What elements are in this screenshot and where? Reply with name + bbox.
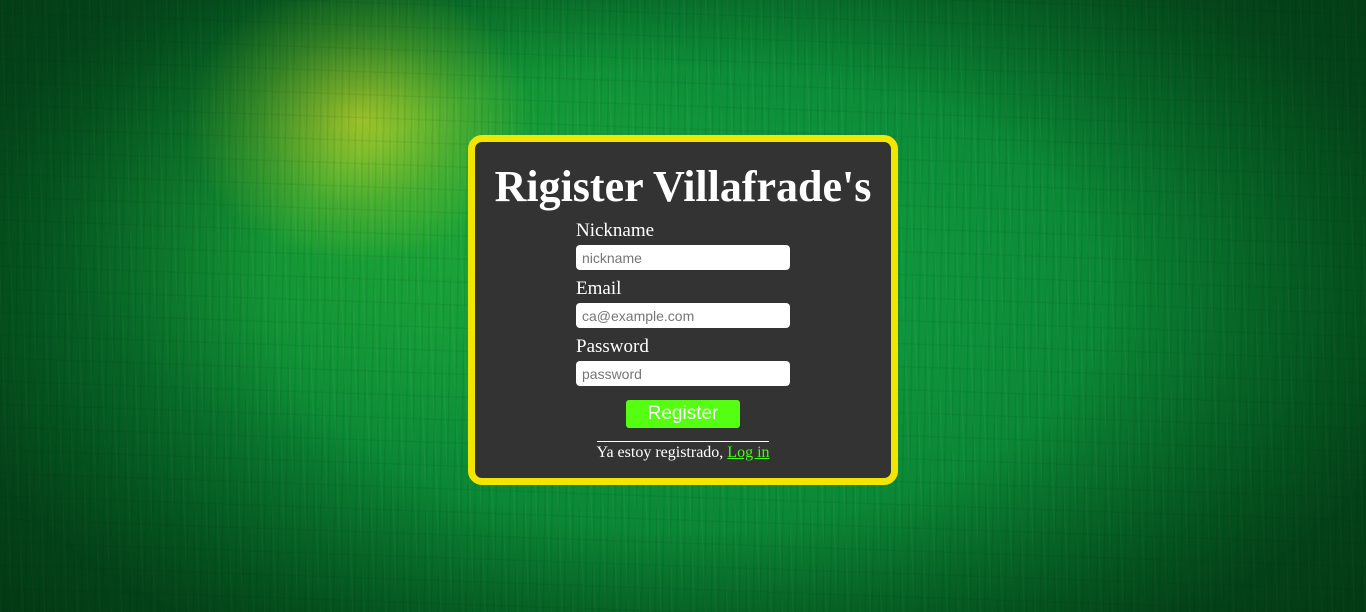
email-field-group: Email <box>576 278 796 336</box>
register-button[interactable]: Register <box>626 400 740 428</box>
register-form: Nickname Email Password <box>576 220 796 394</box>
nickname-field-group: Nickname <box>576 220 796 278</box>
nickname-label: Nickname <box>576 220 655 241</box>
divider <box>597 441 769 442</box>
password-input[interactable] <box>576 361 790 386</box>
login-prompt: Ya estoy registrado, Log in <box>475 443 891 463</box>
register-card: Rigister Villafrade's Nickname Email Pas… <box>468 135 898 485</box>
password-label: Password <box>576 336 649 357</box>
email-label: Email <box>576 278 622 299</box>
email-input[interactable] <box>576 303 790 328</box>
page-title: Rigister Villafrade's <box>494 162 872 211</box>
nickname-input[interactable] <box>576 245 790 270</box>
login-prompt-text: Ya estoy registrado, <box>596 444 728 461</box>
login-link[interactable]: Log in <box>727 444 769 461</box>
password-field-group: Password <box>576 336 796 394</box>
